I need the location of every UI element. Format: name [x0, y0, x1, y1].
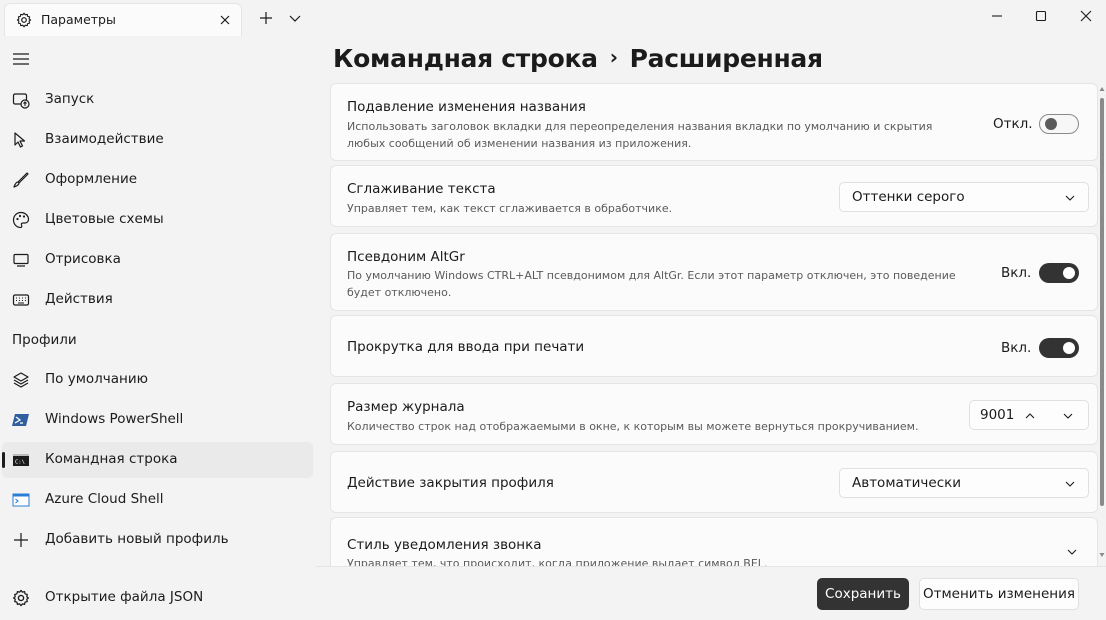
cmd-icon: C:\	[13, 454, 29, 466]
setting-title: Подавление изменения названия	[347, 99, 586, 115]
setting-title: Псевдоним AltGr	[347, 249, 465, 265]
discard-changes-button[interactable]: Отменить изменения	[919, 578, 1079, 610]
breadcrumb-current: Расширенная	[629, 44, 823, 73]
chevron-up-icon[interactable]	[1024, 410, 1036, 422]
keyboard-icon	[12, 294, 30, 306]
sidebar-item-label: Оформление	[45, 171, 138, 187]
breadcrumb-parent[interactable]: Командная строка	[333, 44, 598, 73]
chevron-down-icon[interactable]	[287, 11, 303, 25]
setting-antialiasing: Сглаживание текста Управляет тем, как те…	[330, 165, 1098, 227]
sidebar-item-color-schemes[interactable]: Цветовые схемы	[2, 202, 313, 238]
sidebar-item-label: Отрисовка	[45, 251, 121, 267]
history-size-numberbox[interactable]: 9001	[969, 400, 1089, 430]
pointer-icon	[14, 132, 26, 148]
scroll-on-input-toggle[interactable]	[1039, 338, 1079, 358]
sidebar-item-label: По умолчанию	[45, 371, 148, 387]
sidebar-item-open-json[interactable]: Открытие файла JSON	[2, 580, 313, 616]
scrollbar-thumb[interactable]	[1100, 98, 1104, 506]
settings-tab[interactable]: Параметры	[4, 3, 242, 36]
setting-bell-style[interactable]: Стиль уведомления звонка Управляет тем, …	[330, 517, 1098, 566]
toggle-state-label: Вкл.	[1001, 265, 1032, 281]
chevron-down-icon[interactable]	[1066, 546, 1078, 558]
startup-icon	[12, 93, 30, 109]
powershell-icon	[12, 414, 29, 426]
gear-icon	[12, 589, 30, 607]
close-tab-icon[interactable]	[217, 12, 233, 28]
maximize-icon[interactable]	[1033, 8, 1049, 24]
selection-indicator	[2, 452, 5, 468]
toggle-state-label: Вкл.	[1001, 340, 1032, 356]
sidebar-item-rendering[interactable]: Отрисовка	[2, 242, 313, 278]
sidebar-item-defaults[interactable]: По умолчанию	[2, 362, 313, 398]
monitor-icon	[13, 253, 29, 267]
setting-description: Количество строк над отображаемыми в окн…	[347, 420, 919, 433]
sidebar-item-label: Взаимодействие	[45, 131, 164, 147]
setting-close-action: Действие закрытия профиля Автоматически	[330, 451, 1098, 513]
sidebar-item-interaction[interactable]: Взаимодействие	[2, 122, 313, 158]
tab-title: Параметры	[41, 12, 116, 27]
sidebar-item-appearance[interactable]: Оформление	[2, 162, 313, 198]
scroll-up-arrow-icon[interactable]	[1099, 86, 1105, 92]
sidebar-item-label: Открытие файла JSON	[45, 589, 204, 605]
antialiasing-dropdown[interactable]: Оттенки серого	[839, 182, 1089, 212]
chevron-down-icon	[1065, 481, 1075, 487]
sidebar-item-label: Добавить новый профиль	[45, 531, 229, 547]
svg-text:C:\: C:\	[15, 460, 25, 466]
sidebar-item-label: Windows PowerShell	[45, 411, 184, 427]
settings-list: Подавление изменения названия Использова…	[330, 82, 1098, 566]
scrollbar[interactable]	[1099, 86, 1105, 564]
hamburger-menu-icon[interactable]	[12, 52, 30, 66]
new-tab-icon[interactable]	[258, 10, 274, 26]
setting-title: Стиль уведомления звонка	[347, 537, 542, 553]
chevron-down-icon[interactable]	[1062, 410, 1074, 422]
close-action-dropdown[interactable]: Автоматически	[839, 468, 1089, 498]
sidebar-item-label: Действия	[45, 291, 113, 307]
azure-icon	[12, 493, 30, 507]
dropdown-value: Оттенки серого	[852, 189, 965, 205]
setting-title: Прокрутка для ввода при печати	[347, 339, 585, 355]
breadcrumb: Командная строка › Расширенная	[333, 44, 823, 73]
profiles-header: Профили	[12, 332, 77, 348]
setting-suppress-title: Подавление изменения названия Использова…	[330, 83, 1098, 161]
toggle-state-label: Откл.	[993, 116, 1033, 132]
setting-description: По умолчанию Windows CTRL+ALT псевдонимо…	[347, 269, 956, 299]
setting-title: Размер журнала	[347, 399, 465, 415]
suppress-title-toggle[interactable]	[1039, 114, 1079, 134]
setting-description: Управляет тем, что происходит, когда при…	[347, 557, 768, 566]
sidebar-item-label: Командная строка	[45, 451, 178, 467]
close-window-icon[interactable]	[1078, 8, 1094, 24]
sidebar-item-add-profile[interactable]: Добавить новый профиль	[2, 522, 313, 558]
setting-altgr: Псевдоним AltGr По умолчанию Windows CTR…	[330, 233, 1098, 311]
dropdown-value: Автоматически	[852, 475, 962, 491]
setting-title: Сглаживание текста	[347, 181, 496, 197]
setting-history-size: Размер журнала Количество строк над отоб…	[330, 383, 1098, 445]
save-button[interactable]: Сохранить	[817, 578, 909, 610]
altgr-toggle[interactable]	[1039, 263, 1079, 283]
footer-divider	[316, 566, 1106, 567]
number-value[interactable]: 9001	[980, 407, 1014, 423]
brush-icon	[13, 172, 29, 188]
sidebar-item-label: Запуск	[45, 91, 95, 107]
setting-description: Использовать заголовок вкладки для перео…	[347, 120, 933, 150]
chevron-down-icon	[1065, 195, 1075, 201]
plus-icon	[14, 533, 28, 547]
breadcrumb-separator: ›	[609, 45, 618, 69]
sidebar-item-powershell[interactable]: Windows PowerShell	[2, 402, 313, 438]
minimize-icon[interactable]	[989, 8, 1005, 24]
sidebar-item-startup[interactable]: Запуск	[2, 82, 313, 118]
sidebar-item-azure[interactable]: Azure Cloud Shell	[2, 482, 313, 518]
setting-scroll-on-input: Прокрутка для ввода при печати Вкл.	[330, 315, 1098, 377]
layers-icon	[13, 372, 29, 388]
sidebar-item-actions[interactable]: Действия	[2, 282, 313, 318]
sidebar-item-label: Azure Cloud Shell	[45, 491, 164, 507]
palette-icon	[12, 211, 30, 229]
title-bar: Параметры	[0, 0, 1106, 36]
sidebar-item-label: Цветовые схемы	[45, 211, 164, 227]
setting-title: Действие закрытия профиля	[347, 475, 554, 491]
gear-icon	[16, 12, 32, 28]
sidebar-item-cmd[interactable]: C:\ Командная строка	[2, 442, 313, 478]
scroll-down-arrow-icon[interactable]	[1099, 552, 1105, 558]
